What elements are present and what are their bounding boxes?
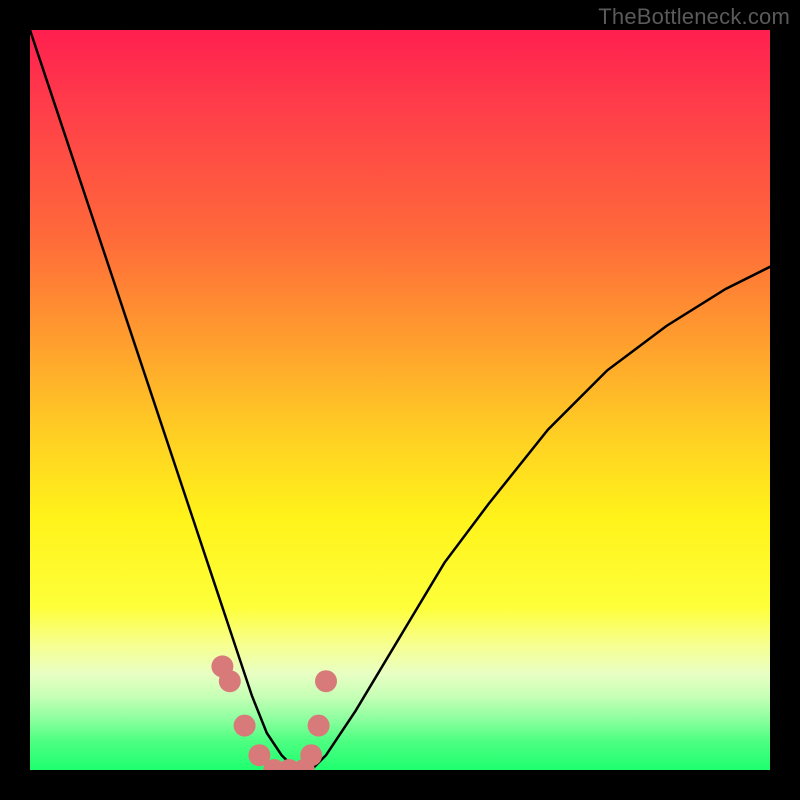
highlight-point — [234, 715, 256, 737]
highlight-markers — [211, 655, 337, 770]
chart-frame: TheBottleneck.com — [0, 0, 800, 800]
bottleneck-curve — [30, 30, 770, 770]
watermark-text: TheBottleneck.com — [598, 4, 790, 30]
highlight-point — [308, 715, 330, 737]
plot-area — [30, 30, 770, 770]
curve-layer — [30, 30, 770, 770]
highlight-point — [219, 670, 241, 692]
highlight-point — [315, 670, 337, 692]
highlight-point — [300, 744, 322, 766]
